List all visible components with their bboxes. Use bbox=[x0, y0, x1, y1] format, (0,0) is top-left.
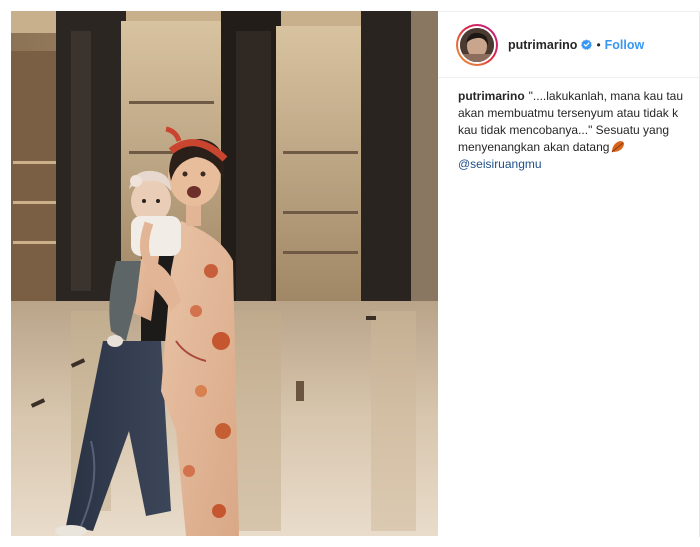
caption-line-5: @seisiruangmu bbox=[458, 156, 700, 173]
post-side-panel: putrimarino • Follow putrimarino "....lak… bbox=[438, 11, 700, 537]
caption-mention-link[interactable]: @seisiruangmu bbox=[458, 157, 542, 171]
avatar-frame bbox=[458, 25, 496, 64]
caption-line-4: menyenangkan akan datang bbox=[458, 139, 700, 156]
post-photo-image bbox=[11, 11, 438, 536]
author-username[interactable]: putrimarino bbox=[508, 38, 577, 52]
verified-badge-icon bbox=[581, 39, 593, 50]
post-caption: putrimarino "....lakukanlah, mana kau tau… bbox=[458, 88, 700, 173]
story-ring[interactable] bbox=[456, 23, 498, 66]
caption-username[interactable]: putrimarino bbox=[458, 89, 525, 103]
caption-text-4: menyenangkan akan datang bbox=[458, 140, 610, 154]
instagram-post: putrimarino • Follow putrimarino "....lak… bbox=[0, 0, 700, 547]
profile-avatar-icon bbox=[460, 27, 494, 62]
follow-button[interactable]: Follow bbox=[605, 38, 645, 52]
caption-line-2: akan membuatmu tersenyum atau tidak k bbox=[458, 106, 679, 120]
caption-text-1: "....lakukanlah, mana kau tau bbox=[528, 89, 684, 103]
caption-line-3: kau tidak mencobanya..." Sesuatu yang bbox=[458, 123, 670, 137]
header-separator: • bbox=[596, 37, 601, 52]
post-header: putrimarino • Follow bbox=[438, 12, 700, 78]
fallen-leaf-emoji-icon bbox=[611, 140, 625, 153]
post-photo[interactable] bbox=[11, 11, 438, 536]
caption-line-1: putrimarino "....lakukanlah, mana kau tau bbox=[458, 88, 700, 105]
avatar[interactable] bbox=[460, 27, 494, 62]
